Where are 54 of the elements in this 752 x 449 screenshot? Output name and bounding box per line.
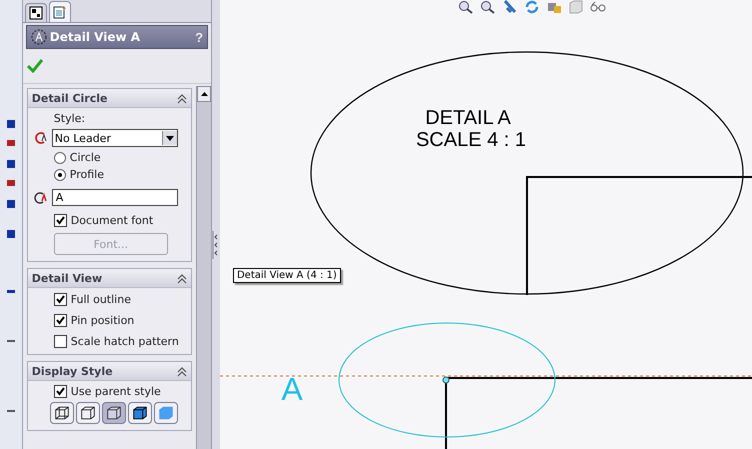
display-mode-button[interactable] [128,402,152,424]
section-title: Display Style [32,364,113,378]
display-mode-button[interactable] [102,402,126,424]
checkbox[interactable] [54,314,67,327]
style-dropdown[interactable]: No Leader [52,129,178,147]
ok-checkmark-icon[interactable] [26,59,43,73]
collapse-icon[interactable] [177,94,188,104]
detail-title: DETAIL A [425,107,511,129]
property-manager-tab[interactable] [48,1,71,22]
dropdown-arrow-icon [166,136,174,140]
detail-scale: SCALE 4 : 1 [416,129,526,151]
radio-button[interactable] [54,168,66,180]
scrollbar[interactable] [196,86,212,449]
checkbox[interactable] [54,335,67,348]
checkbox[interactable] [54,385,67,398]
glasses-icon[interactable] [590,0,606,14]
splitter-handle-icon[interactable] [212,230,218,258]
radio-label: Profile [70,168,104,181]
detail-circle-label: A [281,371,303,407]
detail-circle-icon [34,131,48,145]
zoom-fit-icon[interactable] [458,0,474,14]
style-label: Style: [54,112,86,125]
tooltip: Detail View A (4 : 1) [232,268,341,283]
radio-button[interactable] [54,152,66,164]
checkbox-label: Use parent style [70,385,161,398]
panel-title: Detail View A [50,30,142,44]
scroll-up-icon[interactable] [200,92,208,96]
label-icon [34,190,48,204]
tree-icon [28,6,43,20]
section-title: Detail Circle [32,92,108,104]
feature-tree-tab[interactable] [24,3,47,22]
label-input-field[interactable]: A [52,189,178,206]
collapse-icon[interactable] [177,274,188,284]
checkbox-label: Full outline [70,293,131,306]
checkbox[interactable] [54,293,67,306]
cube-icon [156,404,175,422]
radio-label: Circle [70,151,101,164]
checkbox-label: Document font [70,214,154,227]
checkbox-label: Pin position [70,314,134,327]
checkbox[interactable] [54,214,67,227]
document-icon [52,5,67,19]
display-mode-button[interactable] [50,402,74,424]
section-title: Detail View [32,272,102,284]
cube-icon [78,404,97,422]
detail-view-icon [30,29,47,45]
cube-icon [52,404,71,422]
collapse-icon[interactable] [177,366,188,376]
cube-icon [130,404,149,422]
checkbox-label: Scale hatch pattern [70,335,179,348]
pin-marker-icon [442,376,450,384]
cube-icon [104,404,123,422]
rotate-icon[interactable] [524,0,540,14]
zoom-area-icon[interactable] [480,0,496,14]
display-mode-button[interactable] [76,402,100,424]
